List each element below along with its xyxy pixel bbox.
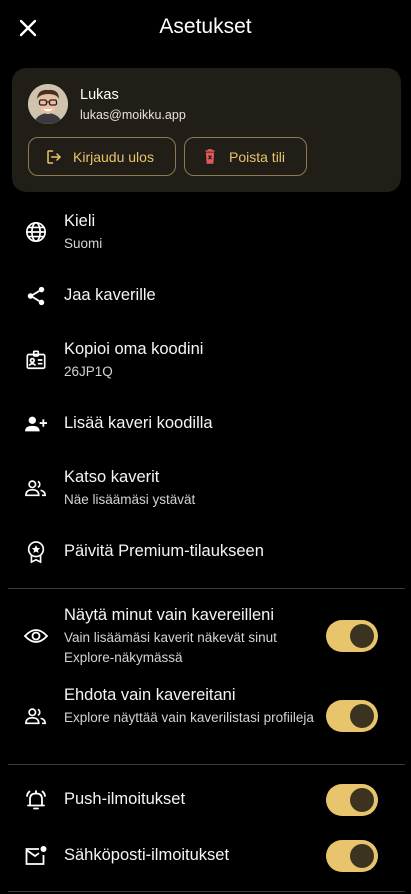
- page-title: Asetukset: [159, 15, 252, 38]
- delete-account-label: Poista tili: [229, 148, 286, 165]
- email-notifications-title: Sähköposti-ilmoitukset: [64, 846, 230, 864]
- setting-suggest-friends[interactable]: Ehdota vain kavereitani Explore näyttää …: [0, 684, 411, 748]
- eye-icon: [24, 624, 48, 648]
- menu-item-language[interactable]: Kieli Suomi: [0, 208, 411, 264]
- setting-visible-to-friends[interactable]: Näytä minut vain kavereilleni Vain lisää…: [0, 604, 411, 668]
- visible-to-friends-toggle[interactable]: [326, 620, 378, 652]
- setting-email-notifications[interactable]: Sähköposti-ilmoitukset: [0, 832, 411, 880]
- account-card: Lukas lukas@moikku.app Kirjaudu ulos Poi…: [12, 68, 401, 192]
- setting-push-notifications[interactable]: Push-ilmoitukset: [0, 776, 411, 824]
- language-title: Kieli: [64, 212, 96, 230]
- menu-item-premium[interactable]: Päivitä Premium-tilaukseen: [0, 528, 411, 576]
- bell-ring-icon: [24, 788, 48, 812]
- delete-account-button[interactable]: Poista tili: [184, 137, 307, 176]
- people-icon: [24, 476, 48, 500]
- friend-code: 26JP1Q: [64, 364, 113, 379]
- divider: [8, 764, 405, 765]
- view-friends-title: Katso kaverit: [64, 468, 160, 486]
- toggle-knob: [350, 624, 374, 648]
- mail-badge-icon: [24, 844, 48, 868]
- avatar[interactable]: [28, 84, 68, 124]
- visible-to-friends-subtitle: Vain lisäämäsi kaverit näkevät sinut Exp…: [64, 630, 277, 665]
- toggle-knob: [350, 788, 374, 812]
- language-value: Suomi: [64, 236, 103, 251]
- logout-label: Kirjaudu ulos: [73, 148, 154, 165]
- premium-title: Päivitä Premium-tilaukseen: [64, 542, 264, 560]
- email-notifications-toggle[interactable]: [326, 840, 378, 872]
- add-friend-title: Lisää kaveri koodilla: [64, 414, 213, 432]
- premium-icon: [24, 540, 48, 564]
- trash-icon: [201, 148, 219, 166]
- view-friends-subtitle: Näe lisäämäsi ystävät: [64, 492, 196, 507]
- suggest-friends-subtitle: Explore näyttää vain kaverilistasi profi…: [64, 710, 314, 725]
- person-add-icon: [24, 412, 48, 436]
- badge-icon: [24, 348, 48, 372]
- push-notifications-title: Push-ilmoitukset: [64, 790, 186, 808]
- visible-to-friends-title: Näytä minut vain kavereilleni: [64, 606, 275, 624]
- copy-code-title: Kopioi oma koodini: [64, 340, 204, 358]
- user-email: lukas@moikku.app: [80, 108, 186, 122]
- logout-icon: [45, 148, 63, 166]
- people-icon: [24, 704, 48, 728]
- divider: [8, 588, 405, 589]
- toggle-knob: [350, 704, 374, 728]
- menu-item-share[interactable]: Jaa kaverille: [0, 272, 411, 320]
- share-icon: [24, 284, 48, 308]
- toggle-knob: [350, 844, 374, 868]
- menu-item-copy-code[interactable]: Kopioi oma koodini 26JP1Q: [0, 336, 411, 392]
- suggest-friends-title: Ehdota vain kavereitani: [64, 686, 236, 704]
- logout-button[interactable]: Kirjaudu ulos: [28, 137, 176, 176]
- suggest-friends-toggle[interactable]: [326, 700, 378, 732]
- menu-item-add-friend[interactable]: Lisää kaveri koodilla: [0, 400, 411, 448]
- share-title: Jaa kaverille: [64, 286, 156, 304]
- user-name: Lukas: [80, 87, 119, 103]
- push-notifications-toggle[interactable]: [326, 784, 378, 816]
- divider: [8, 891, 405, 892]
- globe-icon: [24, 220, 48, 244]
- header: Asetukset: [0, 0, 411, 56]
- menu-item-view-friends[interactable]: Katso kaverit Näe lisäämäsi ystävät: [0, 464, 411, 520]
